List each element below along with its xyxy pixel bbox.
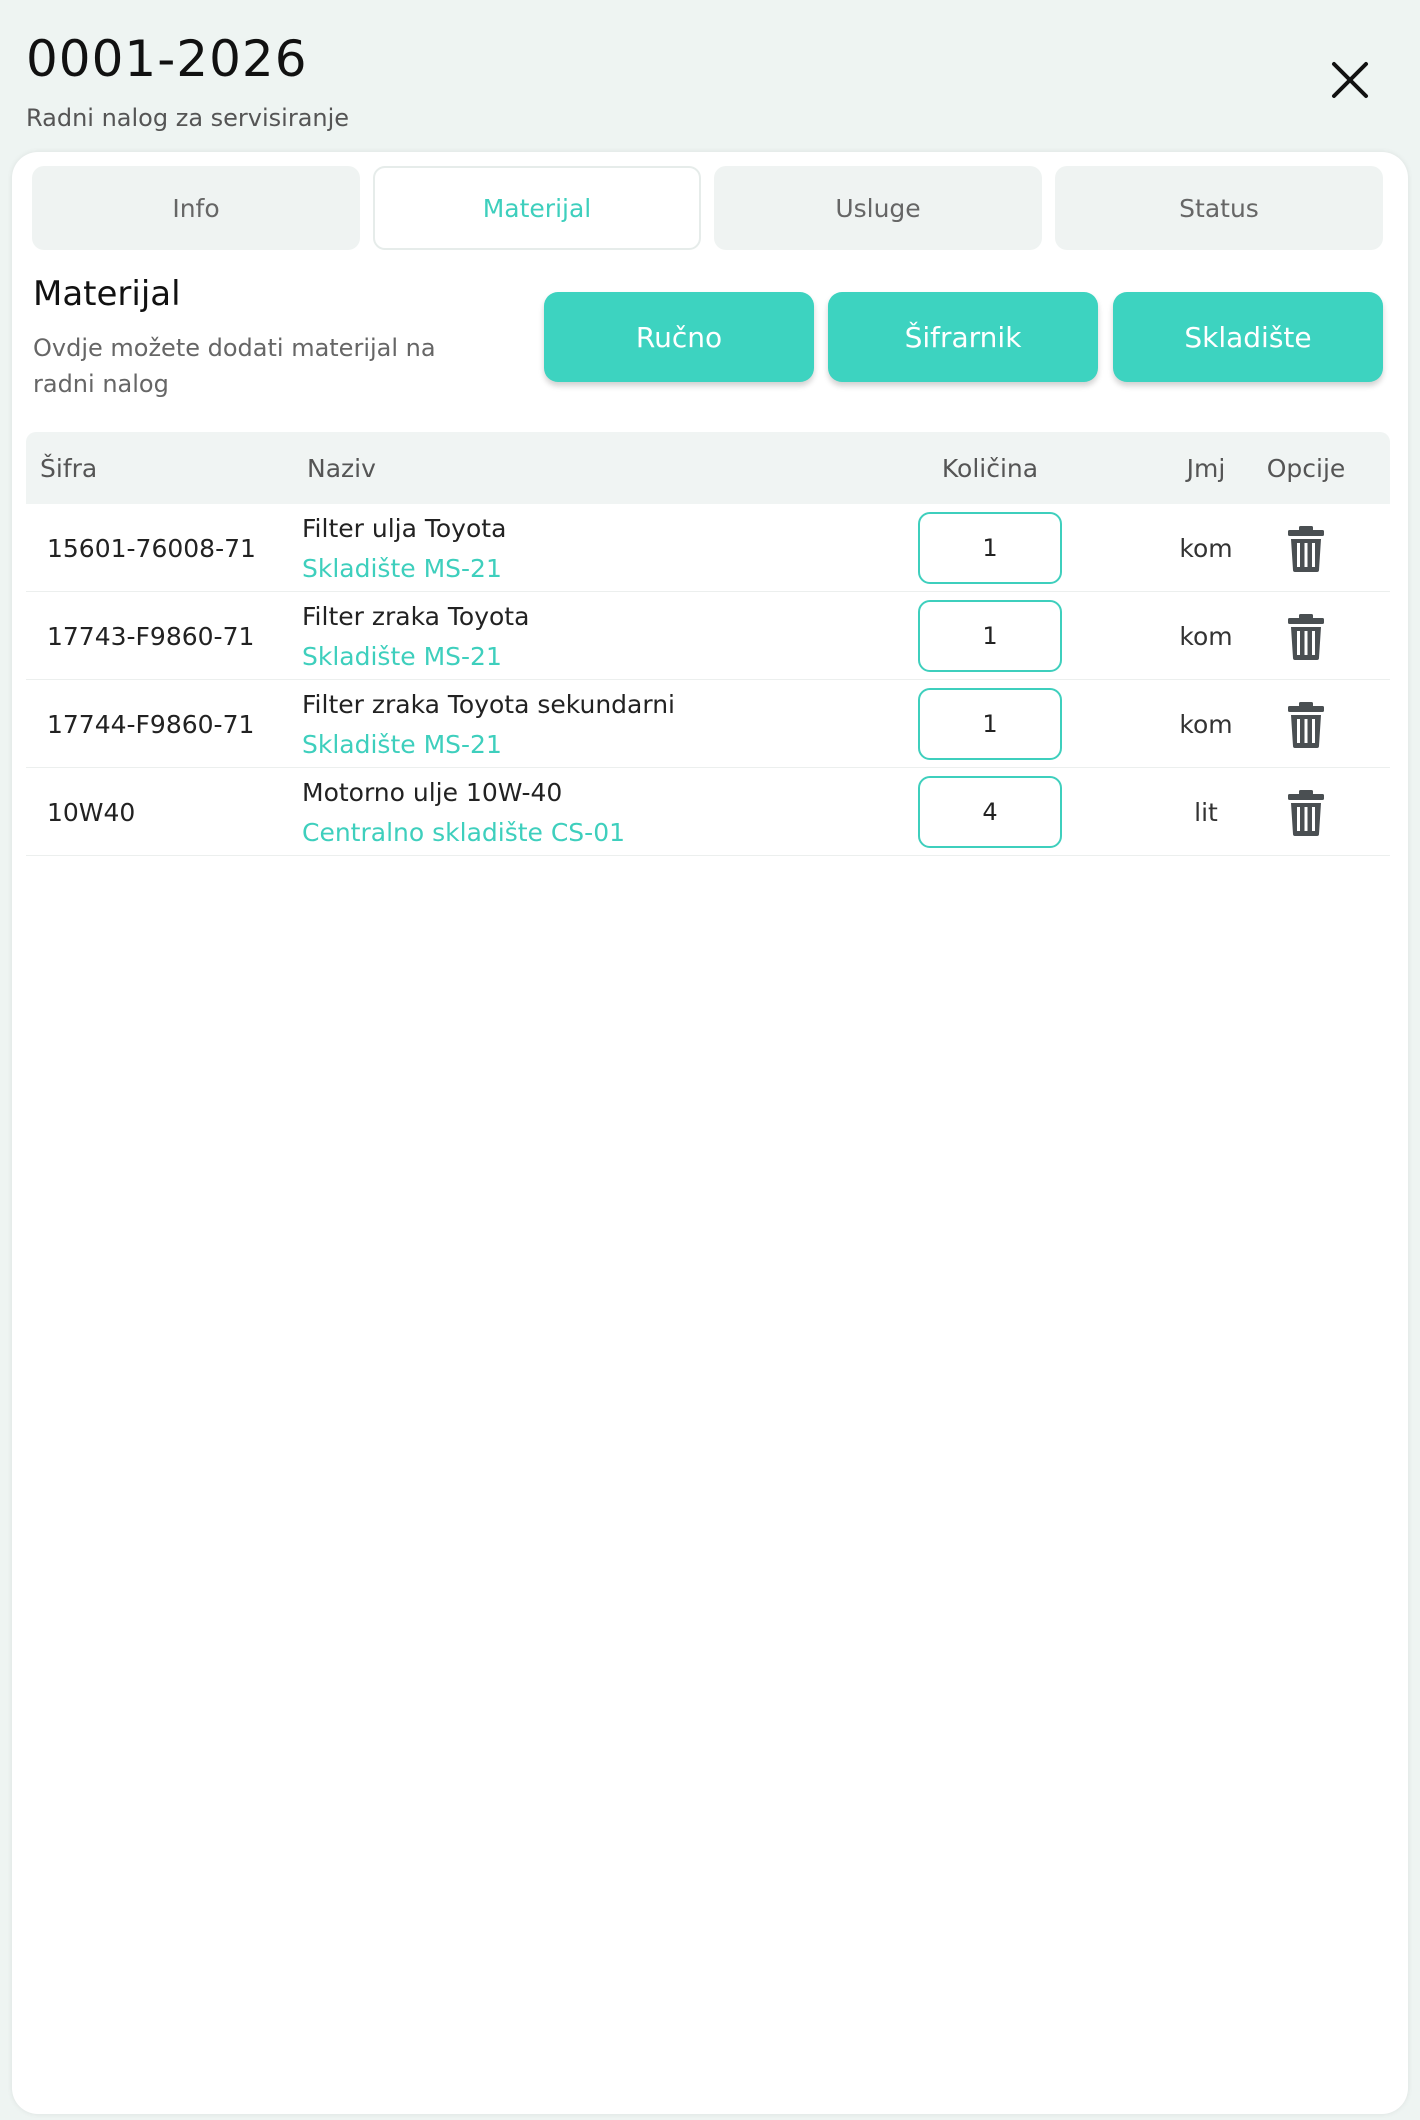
trash-icon bbox=[1288, 614, 1324, 660]
quantity-input[interactable] bbox=[918, 600, 1062, 672]
row-location-link[interactable]: Skladište MS-21 bbox=[302, 546, 506, 586]
close-icon bbox=[1332, 62, 1368, 98]
delete-row-button[interactable] bbox=[1286, 790, 1326, 836]
table-row: 10W40 Motorno ulje 10W-40 Centralno skla… bbox=[26, 768, 1390, 856]
row-code: 15601-76008-71 bbox=[47, 533, 256, 563]
delete-row-button[interactable] bbox=[1286, 526, 1326, 572]
materials-table: Šifra Naziv Količina Jmj Opcije 15601-76… bbox=[26, 432, 1390, 856]
section-title: Materijal bbox=[33, 274, 181, 314]
row-name: Motorno ulje 10W-40 bbox=[302, 778, 563, 807]
trash-icon bbox=[1288, 526, 1324, 572]
row-name-cell: Filter ulja Toyota Skladište MS-21 bbox=[302, 512, 506, 586]
header: 0001-2026 Radni nalog za servisiranje bbox=[0, 0, 1420, 150]
row-unit: kom bbox=[1179, 621, 1233, 651]
content-card: Info Materijal Usluge Status Materijal O… bbox=[12, 152, 1408, 2114]
row-name: Filter ulja Toyota bbox=[302, 514, 507, 543]
row-location-link[interactable]: Skladište MS-21 bbox=[302, 634, 529, 674]
page-title: 0001-2026 bbox=[26, 30, 308, 88]
delete-row-button[interactable] bbox=[1286, 614, 1326, 660]
tab-status[interactable]: Status bbox=[1055, 166, 1383, 250]
row-name-cell: Motorno ulje 10W-40 Centralno skladište … bbox=[302, 776, 625, 850]
row-name-cell: Filter zraka Toyota Skladište MS-21 bbox=[302, 600, 529, 674]
table-row: 15601-76008-71 Filter ulja Toyota Skladi… bbox=[26, 504, 1390, 592]
column-code: Šifra bbox=[40, 453, 98, 483]
trash-icon bbox=[1288, 790, 1324, 836]
row-code: 17744-F9860-71 bbox=[47, 709, 255, 739]
section-description: Ovdje možete dodati materijal na radni n… bbox=[33, 334, 436, 398]
delete-row-button[interactable] bbox=[1286, 702, 1326, 748]
tab-bar: Info Materijal Usluge Status bbox=[32, 166, 1394, 250]
row-name-cell: Filter zraka Toyota sekundarni Skladište… bbox=[302, 688, 675, 762]
tab-materijal[interactable]: Materijal bbox=[373, 166, 701, 250]
trash-icon bbox=[1288, 702, 1324, 748]
manual-add-button[interactable]: Ručno bbox=[544, 292, 814, 382]
column-quantity: Količina bbox=[941, 453, 1039, 483]
warehouse-add-button[interactable]: Skladište bbox=[1113, 292, 1383, 382]
catalog-add-button[interactable]: Šifrarnik bbox=[828, 292, 1098, 382]
tab-usluge[interactable]: Usluge bbox=[714, 166, 1042, 250]
column-name: Naziv bbox=[307, 453, 376, 483]
table-row: 17744-F9860-71 Filter zraka Toyota sekun… bbox=[26, 680, 1390, 768]
row-unit: kom bbox=[1179, 709, 1233, 739]
row-unit: kom bbox=[1179, 533, 1233, 563]
tab-info[interactable]: Info bbox=[32, 166, 360, 250]
row-name: Filter zraka Toyota bbox=[302, 602, 530, 631]
row-code: 17743-F9860-71 bbox=[47, 621, 255, 651]
quantity-input[interactable] bbox=[918, 688, 1062, 760]
row-location-link[interactable]: Centralno skladište CS-01 bbox=[302, 810, 625, 850]
row-location-link[interactable]: Skladište MS-21 bbox=[302, 722, 675, 762]
column-options: Opcije bbox=[1266, 453, 1346, 483]
close-button[interactable] bbox=[1322, 52, 1378, 108]
table-header: Šifra Naziv Količina Jmj Opcije bbox=[26, 432, 1390, 504]
quantity-input[interactable] bbox=[918, 776, 1062, 848]
row-unit: lit bbox=[1194, 797, 1218, 827]
row-code: 10W40 bbox=[47, 797, 136, 827]
page-subtitle: Radni nalog za servisiranje bbox=[26, 104, 350, 132]
table-row: 17743-F9860-71 Filter zraka Toyota Sklad… bbox=[26, 592, 1390, 680]
row-name: Filter zraka Toyota sekundarni bbox=[302, 690, 675, 719]
quantity-input[interactable] bbox=[918, 512, 1062, 584]
